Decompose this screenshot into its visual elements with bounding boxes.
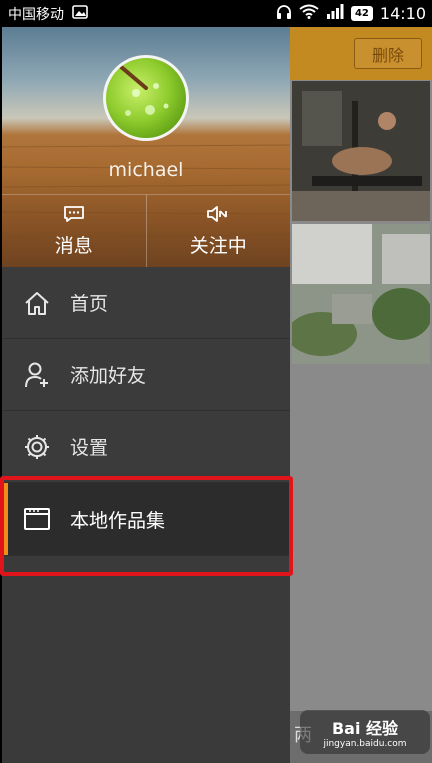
baidu-watermark: Bai 经验 jingyan.baidu.com (300, 710, 430, 754)
profile-actions: 消息 关注中 (2, 194, 290, 267)
battery-indicator: 42 (350, 6, 373, 21)
avatar[interactable] (103, 55, 189, 141)
image-icon (72, 4, 88, 23)
messages-button[interactable]: 消息 (2, 195, 146, 267)
navigation-drawer: michael 消息 关注中 首页 添加好友 设置 本地作品集 (2, 27, 290, 763)
delete-button[interactable]: 删除 (354, 38, 422, 69)
background-page: 删除 两 (290, 27, 432, 763)
speaker-mute-icon (206, 205, 230, 227)
menu-item-settings[interactable]: 设置 (2, 411, 290, 483)
profile-header: michael 消息 关注中 (2, 27, 290, 267)
menu-item-add-friend[interactable]: 添加好友 (2, 339, 290, 411)
menu-item-label: 设置 (70, 437, 109, 459)
carrier-name: 中国移动 (8, 6, 64, 23)
clock: 14:10 (379, 4, 426, 23)
highlight-annotation (0, 476, 293, 576)
gallery-thumbnail[interactable] (292, 224, 430, 364)
background-header: 删除 (290, 27, 432, 80)
signal-icon (326, 4, 344, 23)
menu-item-label: 首页 (70, 293, 109, 315)
gear-icon (2, 433, 70, 461)
headphones-icon (276, 4, 292, 24)
messages-label: 消息 (54, 234, 93, 257)
menu-item-label: 添加好友 (70, 365, 147, 387)
wifi-icon (299, 4, 319, 23)
menu-item-home[interactable]: 首页 (2, 267, 290, 339)
home-icon (2, 290, 70, 316)
add-user-icon (2, 361, 70, 389)
following-button[interactable]: 关注中 (145, 195, 291, 267)
message-icon (63, 205, 85, 227)
watermark-url: jingyan.baidu.com (323, 739, 407, 749)
username: michael (108, 159, 184, 181)
status-bar: 中国移动 42 14:10 (0, 0, 432, 27)
gallery-thumbnail[interactable] (292, 81, 430, 221)
following-label: 关注中 (189, 234, 247, 257)
watermark-title: Bai 经验 (331, 719, 399, 738)
